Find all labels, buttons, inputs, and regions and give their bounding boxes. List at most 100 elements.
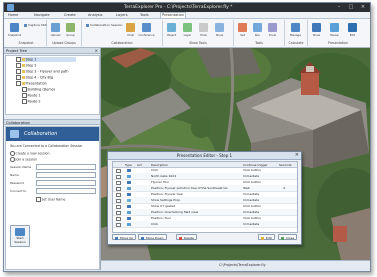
create-session-radio[interactable]: Create a new session [10, 151, 49, 156]
set-button[interactable]: Set [238, 23, 247, 37]
tools-button[interactable]: Tools [268, 23, 277, 37]
ribbon-tabs: Home Navigate Create Analysis Layers Too… [4, 12, 370, 19]
tree-item[interactable]: Building (Demo) [22, 87, 55, 92]
step-type-icon [127, 168, 131, 172]
move-down-button[interactable]: Move Down [138, 234, 167, 240]
title-bar: TerraExplorer Pro - C:\Projects\TerraExp… [4, 3, 370, 12]
tab-create[interactable]: Create [64, 13, 76, 17]
step-type-icon [127, 186, 131, 190]
collaboration-icon [10, 130, 19, 138]
session-name-field[interactable] [36, 164, 96, 170]
step-type-icon [127, 192, 131, 196]
conference-button[interactable]: Conference [139, 23, 154, 37]
app-icon [7, 4, 14, 11]
join-session-radio[interactable]: Join a session [10, 157, 37, 162]
tree-item[interactable]: Route 1 [22, 93, 41, 98]
object-button[interactable]: Object [167, 23, 176, 37]
minimize-icon[interactable]: – [334, 4, 344, 10]
left-panel: Project Tree × Step 1 Step 2 Step 3 - Fly… [4, 48, 101, 270]
ribbon-group-snapshot: Snapshot Capture Still Snapshot [6, 20, 47, 46]
window-title: TerraExplorer Pro - C:\Projects\TerraExp… [124, 5, 233, 10]
presentation-steps-table: Type Act Description Continue trigger Se… [112, 161, 298, 233]
arrow-up-icon [115, 236, 118, 240]
panel-close-icon[interactable]: × [95, 48, 98, 54]
folder-icon [21, 76, 25, 79]
move-up-button[interactable]: Move Up [112, 234, 137, 240]
tab-navigate[interactable]: Navigate [34, 13, 50, 17]
tab-presentation[interactable]: Presentation [160, 12, 186, 18]
start-session-button[interactable]: Start Session [10, 225, 30, 247]
step-type-icon [127, 222, 131, 226]
set-user-name-checkbox[interactable]: Set User Name [36, 197, 65, 202]
password-field[interactable] [36, 180, 96, 186]
maximize-icon[interactable]: □ [346, 4, 356, 10]
edit-presentation-button[interactable]: Edit [348, 23, 357, 37]
connect-to-label: Connect to [10, 189, 27, 193]
tree-item[interactable]: Presentation [16, 81, 47, 86]
dialog-title-bar: Presentation Editor - Step 1 × [108, 152, 301, 160]
session-name-label: Session Name [10, 165, 32, 169]
arrow-down-icon [141, 236, 144, 240]
collaboration-panel-header: Collaboration [4, 119, 100, 125]
user-name-field[interactable] [36, 172, 96, 178]
chat-button[interactable]: Chat [126, 23, 135, 37]
session-icon [15, 228, 25, 236]
tree-item[interactable]: Route 2 [22, 99, 41, 104]
project-tree-header: Project Tree × [4, 48, 100, 54]
ribbon-group-collaboration: Collaboration Session Chat Conference Co… [82, 20, 163, 46]
tree-item[interactable]: Step 4 - City Blg [16, 75, 53, 80]
connect-to-select[interactable] [36, 188, 96, 194]
folder-icon [21, 70, 25, 73]
pause-presentation-button[interactable]: Pause [330, 23, 339, 37]
tab-analysis[interactable]: Analysis [88, 13, 102, 17]
show-button[interactable]: Show [215, 23, 224, 37]
step-type-icon [127, 216, 131, 220]
project-tree[interactable]: Step 1 Step 2 Step 3 - Flyover and path … [5, 55, 100, 115]
step-type-icon [127, 174, 131, 178]
tree-item[interactable]: Step 1 [16, 57, 76, 62]
delete-button[interactable]: Delete [176, 234, 197, 240]
folder-icon [21, 82, 25, 85]
capture-still-button[interactable]: Capture Still [24, 23, 46, 27]
manage-button[interactable]: Manage [290, 23, 301, 37]
run-button[interactable]: Run [253, 23, 262, 37]
edit-button[interactable]: Edit [258, 234, 275, 240]
ribbon-group-presentation: Show Pause Edit Presentation [308, 20, 368, 46]
hide-button[interactable]: Hide [199, 23, 208, 37]
snapshot-button[interactable]: Snapshot [8, 23, 21, 37]
folder-icon [21, 58, 25, 61]
table-row[interactable]: Click Immediate [113, 221, 297, 228]
folder-icon [21, 64, 25, 67]
delete-icon [179, 236, 182, 240]
layer-button[interactable]: Layer [183, 23, 192, 37]
tab-layers[interactable]: Layers [116, 13, 128, 17]
ribbon-group-show-tools: Object Layer Hide Show Show Tools [163, 20, 234, 46]
check-icon [281, 236, 284, 240]
close-icon[interactable]: × [358, 4, 368, 10]
close-button[interactable]: Close [278, 234, 298, 240]
upload-button[interactable]: Upload [51, 23, 60, 37]
status-bar: C:\Projects\TerraExplorer.fly [101, 260, 370, 271]
ribbon-group-calculate: Manage Calculate [285, 20, 308, 46]
tab-home[interactable]: Home [8, 13, 18, 17]
tree-item[interactable]: Step 2 [16, 63, 36, 68]
edit-icon [261, 236, 264, 240]
tree-item[interactable]: Step 3 - Flyover and path [16, 69, 69, 74]
ribbon-group-upload: Upload Group Upload Groups [47, 20, 82, 46]
tab-tools[interactable]: Tools [140, 13, 149, 17]
password-label: Password [10, 181, 25, 185]
ribbon-group-tools: Set Run Tools Tools [234, 20, 285, 46]
step-type-icon [127, 180, 131, 184]
step-type-icon [127, 204, 131, 208]
name-label: Name [10, 173, 19, 177]
collab-intro-text: You are Connected to a Collaboration Ses… [10, 144, 83, 148]
dialog-close-icon[interactable]: × [295, 152, 299, 158]
play-presentation-button[interactable]: Show [312, 23, 321, 37]
collaboration-panel: Collaboration You are Connected to a Col… [5, 126, 100, 270]
step-type-icon [127, 210, 131, 214]
ribbon: Snapshot Capture Still Snapshot Upload G… [4, 19, 370, 48]
step-type-icon [127, 198, 131, 202]
collaboration-session-button[interactable]: Collaboration Session [86, 23, 122, 27]
collaboration-banner: Collaboration [6, 127, 99, 141]
group-button[interactable]: Group [66, 23, 75, 37]
